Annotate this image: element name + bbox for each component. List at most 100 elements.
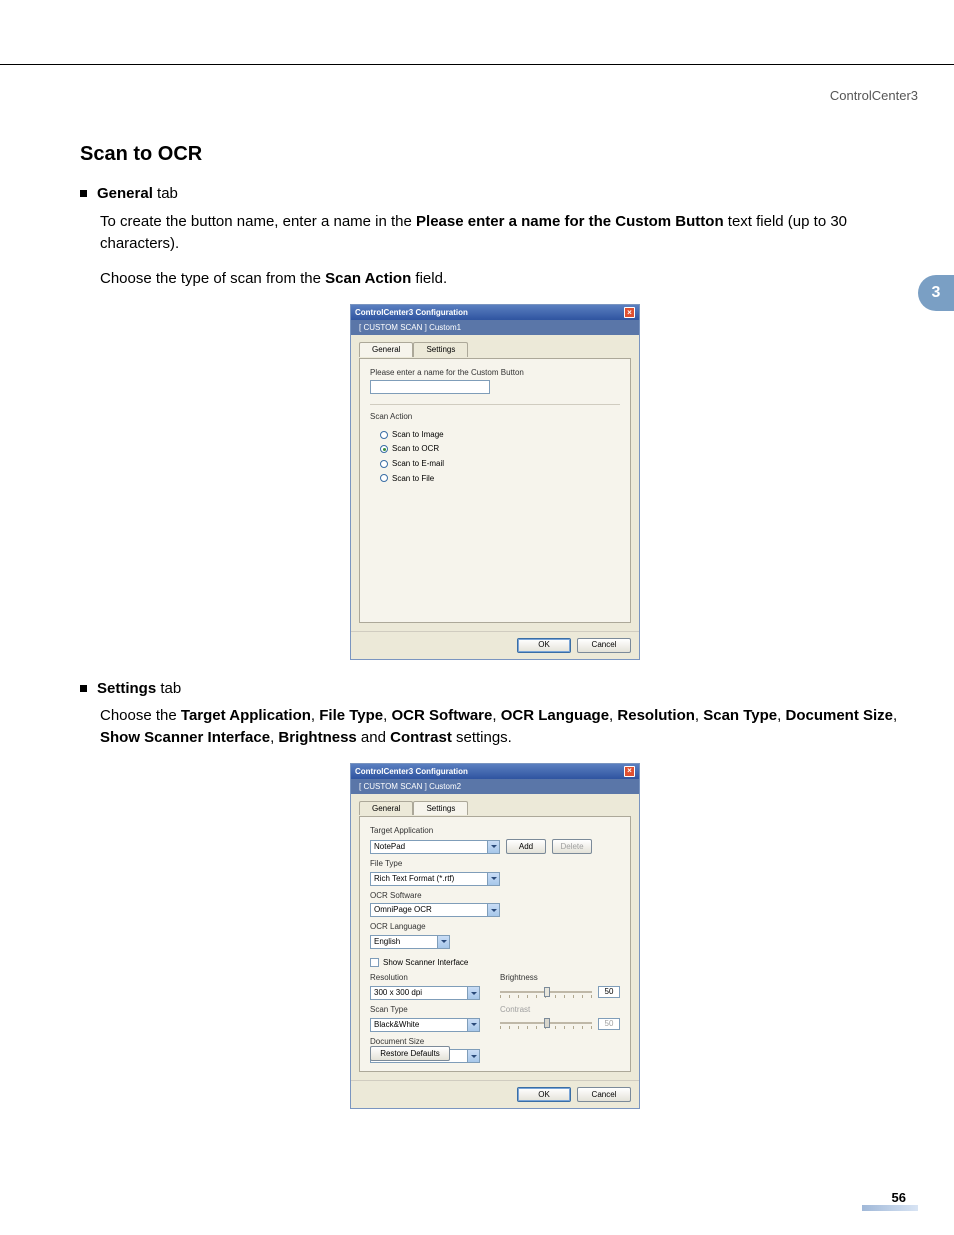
chapter-thumb-tab: 3 <box>918 275 954 311</box>
combo-ocr-software[interactable]: OmniPage OCR <box>370 903 500 917</box>
slider-thumb-icon <box>544 987 550 997</box>
p3a: Choose the <box>100 707 181 724</box>
restore-defaults-button[interactable]: Restore Defaults <box>370 1046 450 1061</box>
dialog-body: General Settings Please enter a name for… <box>351 335 639 631</box>
radio-scan-to-email[interactable]: Scan to E-mail <box>380 458 620 470</box>
page-accent-bar <box>862 1205 918 1211</box>
paragraph-1: To create the button name, enter a name … <box>100 211 910 255</box>
close-icon[interactable]: × <box>624 766 635 777</box>
ok-button[interactable]: OK <box>517 638 571 653</box>
dialog-subtitle: [ CUSTOM SCAN ] Custom1 <box>351 320 639 335</box>
ok-button[interactable]: OK <box>517 1087 571 1102</box>
combo-file-type[interactable]: Rich Text Format (*.rtf) <box>370 872 500 886</box>
combo-value: 300 x 300 dpi <box>374 987 422 999</box>
chevron-down-icon <box>487 873 499 885</box>
checkbox-icon <box>370 958 379 967</box>
label-target-app: Target Application <box>370 825 620 837</box>
settings-bold: Settings <box>97 680 156 697</box>
square-bullet-icon <box>80 685 87 692</box>
combo-value: OmniPage OCR <box>374 904 432 916</box>
dialog-footer: OK Cancel <box>351 631 639 659</box>
label-ocr-language: OCR Language <box>370 921 620 933</box>
custom-name-input[interactable] <box>370 380 490 394</box>
b6: Scan Type <box>703 707 777 724</box>
dialog-titlebar: ControlCenter3 Configuration × <box>351 305 639 320</box>
radio-label: Scan to Image <box>392 429 444 441</box>
combo-value: Rich Text Format (*.rtf) <box>374 873 454 885</box>
radio-icon <box>380 474 388 482</box>
divider <box>370 404 620 405</box>
p1a: To create the button name, enter a name … <box>100 213 416 230</box>
dialog-body: General Settings Target Application Note… <box>351 794 639 1080</box>
chevron-down-icon <box>487 904 499 916</box>
tab-settings[interactable]: Settings <box>413 801 468 816</box>
screenshot-settings: ControlCenter3 Configuration × [ CUSTOM … <box>80 763 910 1109</box>
close-icon[interactable]: × <box>624 307 635 318</box>
cancel-button[interactable]: Cancel <box>577 638 631 653</box>
chevron-down-icon <box>467 987 479 999</box>
b3: OCR Software <box>392 707 493 724</box>
brightness-value[interactable]: 50 <box>598 986 620 998</box>
radio-scan-to-ocr[interactable]: Scan to OCR <box>380 443 620 455</box>
checkbox-label: Show Scanner Interface <box>383 957 468 969</box>
b4: OCR Language <box>501 707 609 724</box>
add-button[interactable]: Add <box>506 839 546 854</box>
combo-scan-type[interactable]: Black&White <box>370 1018 480 1032</box>
slider-brightness[interactable]: 50 <box>500 986 620 998</box>
combo-target-app[interactable]: NotePad <box>370 840 500 854</box>
b1: Target Application <box>181 707 311 724</box>
bullet-label: General tab <box>97 183 178 205</box>
b5: Resolution <box>617 707 695 724</box>
bullet-general-tab: General tab <box>80 183 910 205</box>
tab-general[interactable]: General <box>359 342 413 357</box>
tab-settings[interactable]: Settings <box>413 342 468 357</box>
combo-value: NotePad <box>374 841 405 853</box>
square-bullet-icon <box>80 190 87 197</box>
bullet-settings-tab: Settings tab <box>80 678 910 700</box>
chevron-down-icon <box>437 936 449 948</box>
running-header: ControlCenter3 <box>830 88 918 103</box>
combo-value: English <box>374 936 400 948</box>
general-tail: tab <box>153 185 178 202</box>
delete-button[interactable]: Delete <box>552 839 592 854</box>
legend-scan-action: Scan Action <box>370 411 620 423</box>
b7: Document Size <box>786 707 894 724</box>
slider-contrast[interactable]: 50 <box>500 1018 620 1030</box>
page-number: 56 <box>892 1190 906 1205</box>
tab-panel-general: Please enter a name for the Custom Butto… <box>359 358 631 623</box>
radio-scan-to-file[interactable]: Scan to File <box>380 473 620 485</box>
screenshot-general: ControlCenter3 Configuration × [ CUSTOM … <box>80 304 910 660</box>
bullet-label: Settings tab <box>97 678 181 700</box>
tab-panel-settings: Target Application NotePad Add Delete Fi… <box>359 816 631 1072</box>
p3c: settings. <box>452 729 512 746</box>
combo-value: Black&White <box>374 1019 419 1031</box>
p2c: field. <box>411 270 447 287</box>
p2b: Scan Action <box>325 270 411 287</box>
b9: Brightness <box>278 729 356 746</box>
paragraph-3: Choose the Target Application, File Type… <box>100 705 910 749</box>
contrast-value[interactable]: 50 <box>598 1018 620 1030</box>
combo-resolution[interactable]: 300 x 300 dpi <box>370 986 480 1000</box>
combo-ocr-language[interactable]: English <box>370 935 450 949</box>
checkbox-show-scanner-interface[interactable]: Show Scanner Interface <box>370 957 620 969</box>
label-resolution: Resolution <box>370 972 482 984</box>
tab-general[interactable]: General <box>359 801 413 816</box>
dialog-footer: OK Cancel <box>351 1080 639 1108</box>
settings-tail: tab <box>156 680 181 697</box>
radio-icon <box>380 431 388 439</box>
label-brightness: Brightness <box>500 972 620 984</box>
label-ocr-software: OCR Software <box>370 890 620 902</box>
radio-label: Scan to OCR <box>392 443 439 455</box>
radio-label: Scan to File <box>392 473 434 485</box>
radio-label: Scan to E-mail <box>392 458 444 470</box>
p2a: Choose the type of scan from the <box>100 270 325 287</box>
radio-icon <box>380 445 388 453</box>
cancel-button[interactable]: Cancel <box>577 1087 631 1102</box>
b10: Contrast <box>390 729 452 746</box>
chevron-down-icon <box>467 1019 479 1031</box>
label-scan-type: Scan Type <box>370 1004 482 1016</box>
radio-scan-to-image[interactable]: Scan to Image <box>380 429 620 441</box>
page-content: Scan to OCR General tab To create the bu… <box>80 140 910 1127</box>
general-bold: General <box>97 185 153 202</box>
p1b: Please enter a name for the Custom Butto… <box>416 213 724 230</box>
